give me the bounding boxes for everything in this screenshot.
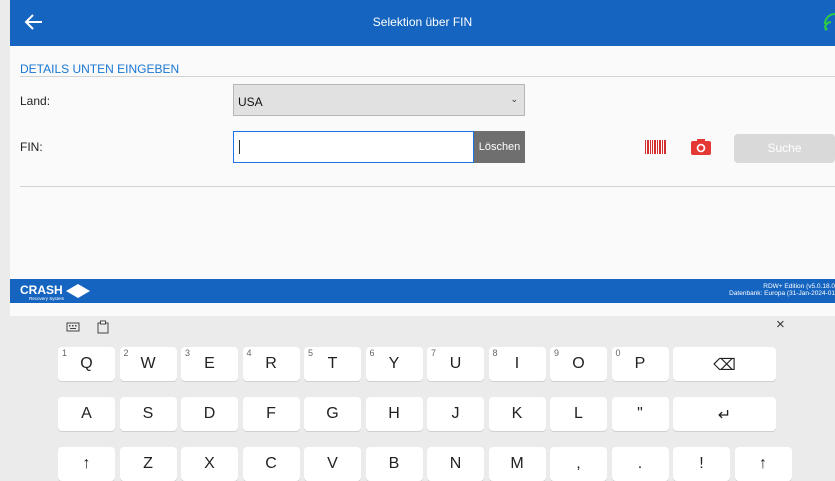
key-6[interactable]: N bbox=[427, 447, 484, 481]
key-label: N bbox=[449, 455, 462, 472]
key-4[interactable]: G bbox=[304, 397, 361, 431]
database-text: Datenbank: Europa (31-Jan-2024-01 bbox=[729, 290, 835, 297]
divider bbox=[20, 186, 835, 187]
page-title: Selektion über FIN bbox=[372, 15, 473, 29]
search-button[interactable]: Suche bbox=[734, 134, 835, 163]
key-label: R bbox=[265, 355, 277, 372]
key-label: ↑ bbox=[82, 455, 91, 472]
version-info: RDW+ Edition (v5.0.18.0 Datenbank: Europ… bbox=[729, 283, 835, 297]
key-label: W bbox=[140, 355, 156, 372]
key-label: B bbox=[388, 455, 400, 472]
key-label: V bbox=[327, 455, 338, 472]
key-5[interactable]: B bbox=[365, 447, 423, 481]
key-2[interactable]: D bbox=[181, 397, 238, 431]
key-2[interactable]: X bbox=[181, 447, 238, 481]
divider bbox=[20, 76, 835, 77]
key-label: E bbox=[204, 355, 215, 372]
key-label: P bbox=[634, 355, 646, 372]
keyboard-settings-icon[interactable] bbox=[66, 320, 80, 334]
key-1[interactable]: S bbox=[119, 397, 177, 431]
key-label: A bbox=[81, 405, 92, 422]
key-3[interactable]: C bbox=[242, 447, 300, 481]
key-9[interactable]: . bbox=[611, 447, 669, 481]
text-cursor bbox=[239, 140, 240, 154]
key-o[interactable]: 9O bbox=[550, 347, 607, 381]
key-y[interactable]: 6Y bbox=[365, 347, 423, 381]
key-5[interactable]: H bbox=[365, 397, 423, 431]
key-q[interactable]: 1Q bbox=[58, 347, 115, 381]
key-label: J bbox=[451, 405, 460, 422]
footer-bar: CRASH Recovery System RDW+ Edition (v5.0… bbox=[10, 279, 835, 303]
crash-logo: CRASH Recovery System bbox=[20, 283, 90, 301]
key-label: Z bbox=[143, 455, 153, 472]
key-label: ↵ bbox=[717, 407, 732, 424]
onscreen-keyboard: × 1 Q 2 W 3 E 4 R 5 T 6 Y 7 U 8 I 9 O 0 P ⌫ A S D F G H J K L " ↵ ↑ Z X C V B… bbox=[0, 316, 835, 481]
key-label: X bbox=[204, 455, 215, 472]
key-r[interactable]: 4R bbox=[242, 347, 300, 381]
shift-key[interactable]: ↑ bbox=[734, 447, 792, 481]
key-1[interactable]: Z bbox=[119, 447, 177, 481]
key-3[interactable]: F bbox=[242, 397, 300, 431]
land-label: Land: bbox=[20, 94, 51, 108]
key-8[interactable]: , bbox=[550, 447, 607, 481]
key-label: S bbox=[142, 405, 154, 422]
key-label: ! bbox=[699, 455, 704, 472]
barcode-scan-icon[interactable] bbox=[645, 140, 667, 154]
key-label: U bbox=[449, 355, 462, 372]
key-7[interactable]: M bbox=[488, 447, 546, 481]
key-4[interactable]: V bbox=[304, 447, 361, 481]
key-0[interactable]: A bbox=[58, 397, 115, 431]
section-title: DETAILS UNTEN EINGEBEN bbox=[20, 62, 180, 76]
key-label: K bbox=[511, 405, 523, 422]
app-window: Selektion über FIN DETAILS UNTEN EINGEBE… bbox=[10, 0, 835, 316]
fin-input[interactable] bbox=[233, 131, 474, 163]
version-text: RDW+ Edition (v5.0.18.0 bbox=[763, 283, 835, 290]
backspace-key[interactable]: ⌫ bbox=[673, 347, 776, 381]
land-select-value: USA bbox=[238, 95, 263, 109]
key-label: T bbox=[327, 355, 338, 372]
top-app-bar: Selektion über FIN bbox=[10, 0, 835, 46]
svg-text:Recovery System: Recovery System bbox=[29, 296, 65, 301]
key-9[interactable]: " bbox=[611, 397, 669, 431]
key-label: " bbox=[637, 405, 643, 422]
key-label: C bbox=[265, 455, 277, 472]
shift-key[interactable]: ↑ bbox=[58, 447, 115, 481]
key-6[interactable]: J bbox=[427, 397, 484, 431]
key-label: , bbox=[576, 455, 581, 472]
key-7[interactable]: K bbox=[488, 397, 546, 431]
key-label: O bbox=[572, 355, 585, 372]
key-i[interactable]: 8I bbox=[488, 347, 546, 381]
key-e[interactable]: 3E bbox=[181, 347, 238, 381]
key-label: F bbox=[266, 405, 276, 422]
key-label: M bbox=[510, 455, 524, 472]
camera-icon[interactable] bbox=[690, 138, 712, 156]
key-u[interactable]: 7U bbox=[427, 347, 484, 381]
wifi-icon bbox=[824, 13, 835, 31]
key-label: . bbox=[637, 455, 643, 472]
svg-text:CRASH: CRASH bbox=[20, 283, 63, 297]
key-label: D bbox=[203, 405, 216, 422]
fin-label: FIN: bbox=[20, 140, 43, 154]
key-label: I bbox=[514, 355, 520, 372]
key-p[interactable]: 0P bbox=[611, 347, 669, 381]
key-10[interactable]: ! bbox=[673, 447, 730, 481]
key-label: Q bbox=[80, 355, 93, 372]
clipboard-icon[interactable] bbox=[96, 320, 110, 334]
key-w[interactable]: 2W bbox=[119, 347, 177, 381]
enter-key[interactable]: ↵ bbox=[673, 397, 776, 431]
clear-button[interactable]: Löschen bbox=[474, 131, 525, 163]
key-label: ↑ bbox=[759, 455, 767, 472]
chevron-down-icon: ⌄ bbox=[510, 94, 518, 104]
key-label: Y bbox=[388, 355, 400, 372]
key-label: H bbox=[388, 405, 400, 422]
key-label: G bbox=[326, 405, 339, 422]
land-select[interactable]: USA ⌄ bbox=[233, 84, 525, 116]
key-t[interactable]: 5T bbox=[304, 347, 361, 381]
key-8[interactable]: L bbox=[550, 397, 607, 431]
key-label: ⌫ bbox=[713, 357, 736, 374]
key-label: L bbox=[574, 405, 583, 422]
keyboard-close-button[interactable]: × bbox=[776, 316, 785, 333]
